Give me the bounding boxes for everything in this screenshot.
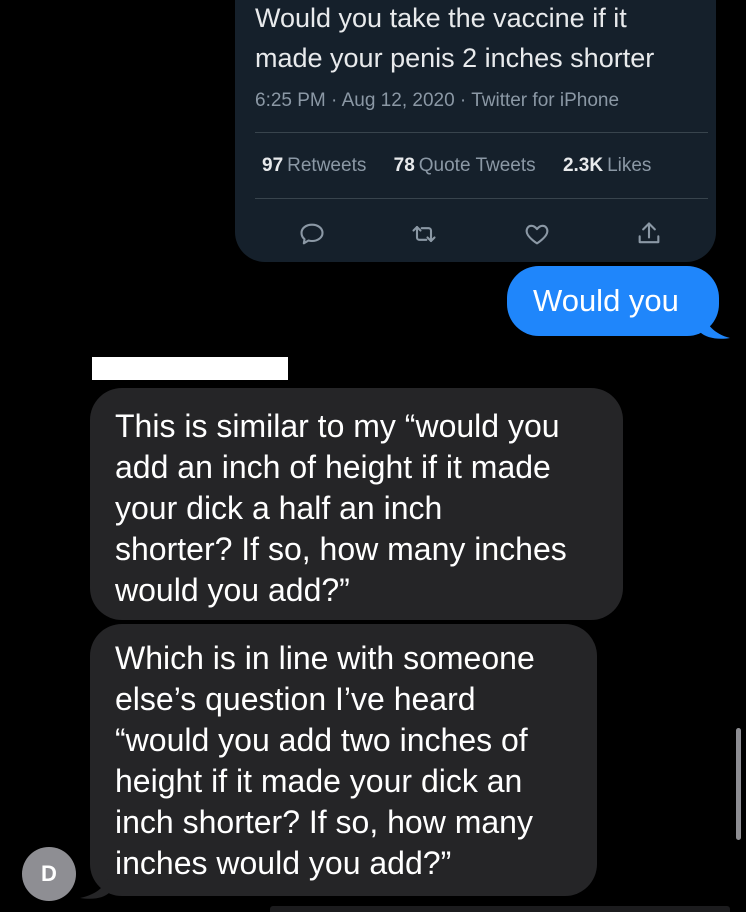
tweet-stats: 97 Retweets 78 Quote Tweets 2.3K Likes (262, 155, 673, 177)
message-line: Which is in line with someone (115, 640, 535, 676)
message-line: would you add?” (115, 572, 350, 608)
redaction-bar (92, 357, 288, 380)
meta-separator: · (454, 90, 472, 111)
message-line: This is similar to my “would you (115, 408, 560, 444)
retweets-label: Retweets (287, 155, 367, 176)
embedded-tweet-card[interactable]: Would you take the vaccine if it made yo… (235, 0, 716, 262)
quotes-label: Quote Tweets (418, 155, 536, 176)
reply-icon[interactable] (298, 220, 326, 248)
divider (255, 132, 708, 133)
retweet-icon[interactable] (410, 220, 438, 248)
message-line: “would you add two inches of (115, 722, 528, 758)
like-icon[interactable] (523, 220, 551, 248)
quotes-count: 78 (393, 155, 415, 176)
message-text: Would you (533, 283, 679, 318)
share-icon[interactable] (635, 220, 663, 248)
message-line: add an inch of height if it made (115, 449, 551, 485)
input-bar-edge (270, 906, 730, 912)
outgoing-message[interactable]: Would you (507, 266, 719, 336)
message-line: your dick a half an inch (115, 490, 443, 526)
tweet-client[interactable]: Twitter for iPhone (471, 90, 619, 111)
message-line: inches would you add?” (115, 845, 452, 881)
message-line: inch shorter? If so, how many (115, 804, 533, 840)
likes-label: Likes (607, 155, 652, 176)
scrollbar[interactable] (736, 728, 741, 840)
incoming-message[interactable]: Which is in line with someone else’s que… (90, 624, 597, 896)
tweet-text-line: made your penis 2 inches shorter (255, 43, 655, 73)
tweet-text-line: Would you take the vaccine if it (255, 3, 627, 33)
message-line: else’s question I’ve heard (115, 681, 476, 717)
avatar-initial: D (41, 861, 57, 886)
likes-stat[interactable]: 2.3K Likes (563, 155, 652, 176)
retweets-stat[interactable]: 97 Retweets (262, 155, 366, 176)
tweet-timestamp: 6:25 PM · Aug 12, 2020 (255, 90, 455, 111)
likes-count: 2.3K (562, 155, 604, 176)
avatar[interactable]: D (22, 847, 76, 901)
incoming-bubble-tail (80, 872, 110, 899)
message-line: height if it made your dick an (115, 763, 523, 799)
incoming-message[interactable]: This is similar to my “would you add an … (90, 388, 623, 620)
tweet-text: Would you take the vaccine if it made yo… (255, 0, 705, 78)
message-line: shorter? If so, how many inches (115, 531, 567, 567)
retweets-count: 97 (262, 155, 284, 176)
quote-tweets-stat[interactable]: 78 Quote Tweets (394, 155, 536, 176)
outgoing-bubble-tail (700, 310, 730, 339)
divider (255, 198, 708, 199)
tweet-meta: 6:25 PM · Aug 12, 2020 · Twitter for iPh… (255, 90, 619, 112)
